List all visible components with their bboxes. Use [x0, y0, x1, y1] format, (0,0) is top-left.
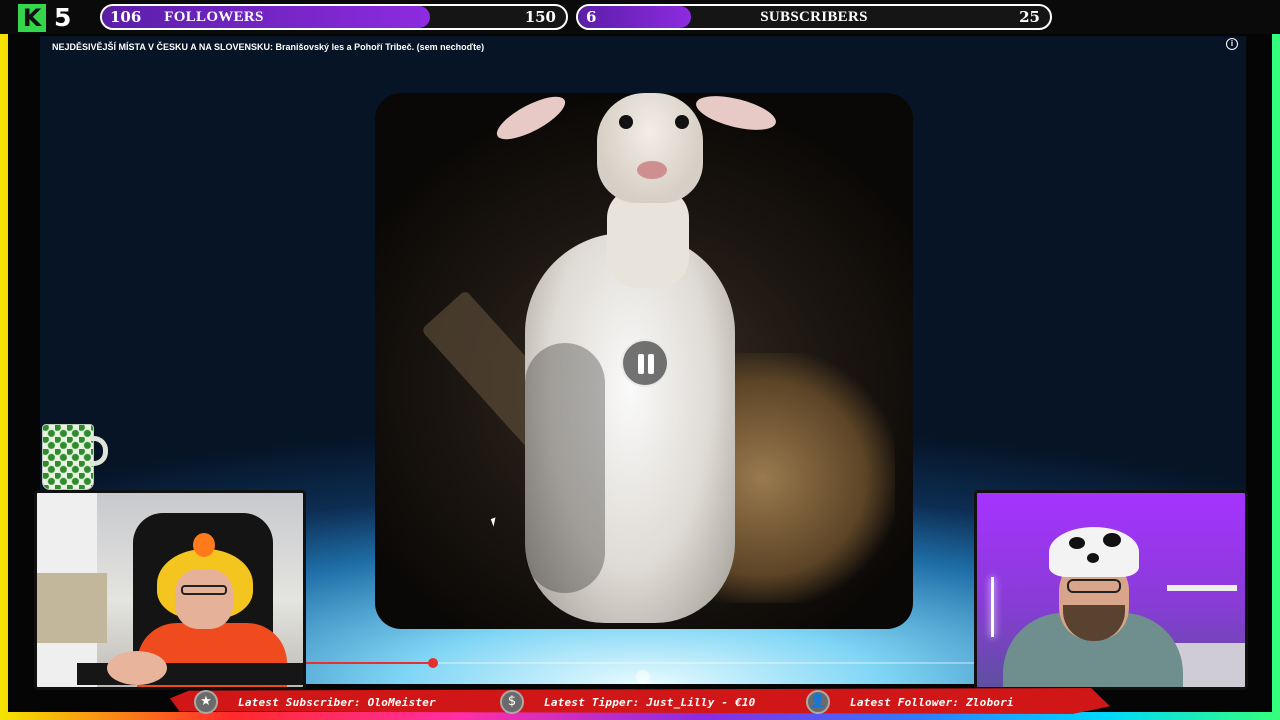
followers-label: FOLLOWERS	[164, 9, 264, 25]
subscribers-max: 25	[1019, 8, 1040, 26]
latest-tipper: $ Latest Tipper: Just_Lilly - €10	[500, 690, 756, 714]
cow-spot	[1069, 537, 1085, 549]
top-bar: K 5 106 FOLLOWERS 150 6 SUBSCRIBERS 25	[0, 0, 1280, 34]
video-progress-bar[interactable]	[306, 658, 976, 668]
info-icon[interactable]: i	[1226, 38, 1238, 50]
video-progress-played	[306, 662, 434, 664]
sheep-ear-left	[491, 93, 571, 148]
mug-decoration	[42, 424, 94, 490]
webcam-left	[34, 490, 306, 690]
star-icon: ★	[194, 690, 218, 714]
sheep-shadow	[525, 343, 605, 593]
followers-goal-bar: 106 FOLLOWERS 150	[100, 4, 568, 30]
pause-icon[interactable]	[621, 339, 669, 387]
cow-spot	[1087, 553, 1099, 563]
latest-follower: 👤 Latest Follower: Zlobori	[806, 690, 1014, 714]
user-icon: 👤	[806, 690, 830, 714]
channel-number: 5	[54, 3, 72, 32]
dollar-icon: $	[500, 690, 524, 714]
latest-tipper-text: Latest Tipper: Just_Lilly - €10	[544, 695, 756, 709]
streamer-hand	[107, 651, 167, 685]
room-shelf	[37, 573, 107, 643]
kick-logo: K	[18, 4, 46, 32]
sheep-neck	[607, 188, 689, 288]
room-shelf	[1167, 585, 1237, 591]
video-title: NEJDĚSIVĚJŠÍ MÍSTA V ČESKU A NA SLOVENSK…	[52, 42, 485, 52]
duck-beak	[193, 533, 215, 557]
sheep-head	[597, 93, 703, 203]
sheep-eye-left	[619, 115, 633, 129]
stream-overlay: K 5 106 FOLLOWERS 150 6 SUBSCRIBERS 25 N…	[0, 0, 1280, 720]
cow-hat	[1049, 527, 1139, 577]
event-ticker: ★ Latest Subscriber: OloMeister $ Latest…	[0, 684, 1280, 720]
room-lamp	[991, 577, 994, 637]
latest-follower-text: Latest Follower: Zlobori	[850, 695, 1014, 709]
subscribers-label: SUBSCRIBERS	[760, 9, 868, 25]
sheep-ear-right	[692, 93, 780, 137]
sheep-nose	[637, 161, 667, 179]
latest-subscriber: ★ Latest Subscriber: OloMeister	[194, 690, 436, 714]
webcam-right	[974, 490, 1248, 690]
cow-spot	[1103, 533, 1121, 547]
video-frame[interactable]	[375, 93, 913, 629]
subscribers-goal-bar: 6 SUBSCRIBERS 25	[576, 4, 1052, 30]
streamer-glasses	[1067, 579, 1121, 593]
sheep-eye-right	[675, 115, 689, 129]
followers-max: 150	[524, 8, 556, 26]
video-progress-handle[interactable]	[428, 658, 439, 668]
streamer-glasses	[181, 585, 227, 595]
chevron-up-icon[interactable]	[636, 670, 650, 684]
latest-subscriber-text: Latest Subscriber: OloMeister	[238, 695, 436, 709]
streamer-face	[175, 569, 233, 629]
